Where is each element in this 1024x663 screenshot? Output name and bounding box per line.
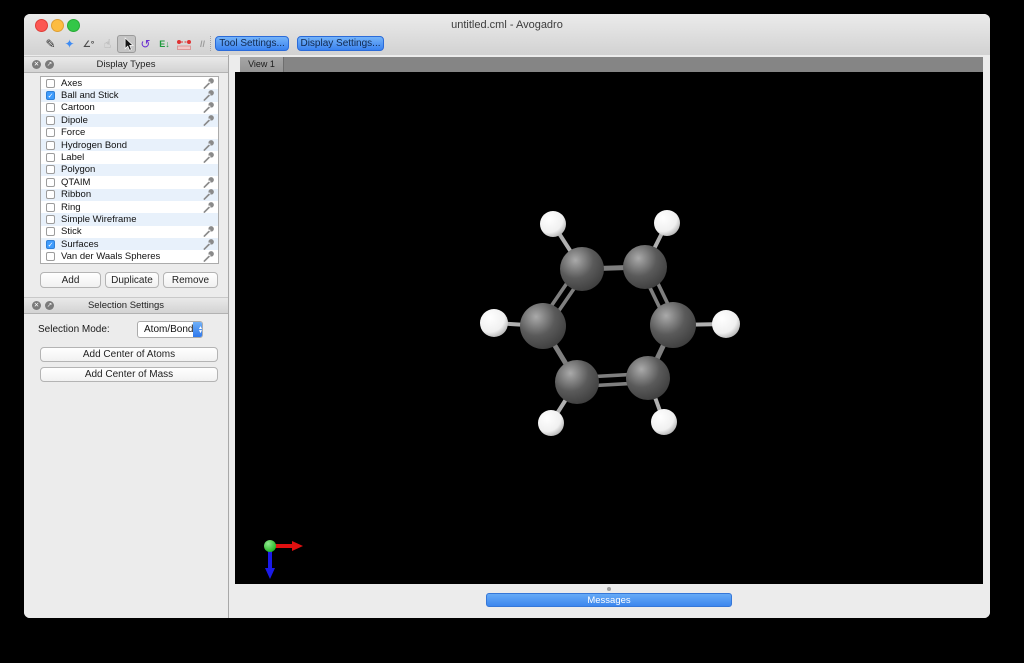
display-type-label: Label [61, 152, 85, 164]
toolbar-separator [210, 36, 211, 51]
tool-auto-optimize-icon[interactable]: E↓ [155, 35, 174, 53]
window-header: untitled.cml - Avogadro ✎ ✦ ∠° ☝ ↺ E↓// Tool … [24, 14, 990, 56]
main-area: View 1 Messages [229, 55, 990, 618]
wrench-icon[interactable] [203, 238, 214, 250]
display-settings-button[interactable]: Display Settings... [297, 36, 384, 51]
display-type-row[interactable]: Van der Waals Spheres [41, 250, 218, 262]
display-type-label: Simple Wireframe [61, 213, 137, 225]
display-type-label: Ring [61, 201, 81, 213]
close-panel-icon[interactable]: ✕ [32, 60, 41, 69]
add-center-of-atoms-button[interactable]: Add Center of Atoms [40, 347, 218, 362]
display-type-row[interactable]: Hydrogen Bond [41, 138, 218, 152]
display-type-row[interactable]: Axes [41, 77, 218, 89]
display-type-row[interactable]: Ring [41, 201, 218, 213]
display-type-checkbox[interactable] [46, 214, 55, 224]
display-type-checkbox[interactable]: ✓ [46, 239, 55, 249]
add-button[interactable]: Add [40, 272, 101, 288]
display-type-row[interactable]: QTAIM [41, 176, 218, 188]
tool-draw-icon[interactable]: ✎ [41, 35, 60, 53]
display-type-label: Ribbon [61, 189, 92, 201]
display-type-label: Polygon [61, 164, 96, 176]
display-type-checkbox[interactable] [46, 115, 55, 125]
display-type-label: Force [61, 127, 86, 139]
display-type-checkbox[interactable] [46, 78, 55, 88]
selection-settings-title: Selection Settings [87, 300, 165, 311]
wrench-icon[interactable] [203, 102, 214, 114]
duplicate-button[interactable]: Duplicate [105, 272, 159, 288]
tool-selection-icon[interactable] [117, 35, 136, 53]
tool-bond-centric-icon[interactable]: ∠° [79, 35, 98, 53]
tool-navigate-icon[interactable]: ✦ [60, 35, 79, 53]
display-type-row[interactable]: Stick [41, 226, 218, 238]
wrench-icon[interactable] [203, 189, 214, 201]
wrench-icon[interactable] [203, 201, 214, 213]
tool-settings-button[interactable]: Tool Settings... [215, 36, 289, 51]
display-type-checkbox[interactable] [46, 177, 55, 187]
wrench-icon[interactable] [203, 176, 214, 188]
selection-mode-dropdown[interactable]: Atom/Bond ▲ ▼ [137, 321, 203, 338]
display-type-label: Axes [61, 77, 83, 89]
molecule-viewport[interactable] [235, 72, 983, 584]
display-type-checkbox[interactable] [46, 252, 55, 262]
display-type-checkbox[interactable] [46, 153, 55, 163]
display-type-checkbox[interactable] [46, 140, 55, 150]
app-window: untitled.cml - Avogadro ✎ ✦ ∠° ☝ ↺ E↓// Tool … [24, 14, 990, 618]
display-type-label: Cartoon [61, 102, 95, 114]
wrench-icon[interactable] [203, 77, 214, 89]
display-type-row[interactable]: Cartoon [41, 102, 218, 114]
wrench-icon[interactable] [203, 90, 214, 101]
messages-button[interactable]: Messages [486, 593, 732, 607]
view-tab-bar: View 1 [240, 57, 983, 72]
display-type-label: Ball and Stick [61, 90, 119, 102]
wrench-icon[interactable] [203, 226, 214, 238]
add-center-of-mass-button[interactable]: Add Center of Mass [40, 367, 218, 382]
display-types-title: Display Types [96, 59, 156, 70]
tool-auto-rotate-icon[interactable]: ↺ [136, 35, 155, 53]
left-dock: ✕ ↗ Display Types Axes ✓ Ball and Stick Car… [24, 55, 229, 618]
remove-button[interactable]: Remove [163, 272, 218, 288]
display-type-label: Surfaces [61, 238, 99, 250]
display-type-row[interactable]: Label [41, 151, 218, 163]
display-type-row[interactable]: Simple Wireframe [41, 213, 218, 226]
display-type-row[interactable]: Force [41, 127, 218, 139]
wrench-icon[interactable] [203, 152, 214, 163]
wrench-icon[interactable] [203, 251, 214, 263]
molecule-canvas [264, 210, 740, 579]
dropdown-stepper-icon: ▲ ▼ [193, 322, 202, 337]
display-type-row[interactable]: Ribbon [41, 188, 218, 201]
display-types-header: ✕ ↗ Display Types [24, 56, 228, 73]
window-title: untitled.cml - Avogadro [451, 19, 563, 31]
display-type-label: Stick [61, 226, 82, 238]
splitter-handle[interactable] [607, 587, 611, 591]
display-type-label: Hydrogen Bond [61, 139, 128, 151]
selection-mode-label: Selection Mode: [38, 324, 110, 335]
display-type-row[interactable]: ✓ Ball and Stick [41, 89, 218, 102]
display-type-label: Van der Waals Spheres [61, 251, 161, 263]
display-type-label: Dipole [61, 114, 88, 126]
display-type-list: Axes ✓ Ball and Stick Cartoon Dipole Force Hyd… [40, 76, 219, 264]
selection-settings-header: ✕ ↗ Selection Settings [24, 297, 228, 314]
display-type-checkbox[interactable] [46, 202, 55, 212]
display-type-row[interactable]: ✓ Surfaces [41, 238, 218, 251]
wrench-icon[interactable] [203, 139, 214, 151]
display-type-checkbox[interactable] [46, 227, 55, 237]
wrench-icon[interactable] [203, 115, 214, 126]
float-panel-icon[interactable]: ↗ [45, 60, 54, 69]
tool-measure-icon[interactable] [174, 35, 193, 53]
display-type-checkbox[interactable] [46, 165, 55, 175]
display-type-checkbox[interactable] [46, 128, 55, 138]
axes-indicator [264, 540, 303, 579]
tab-view-1[interactable]: View 1 [240, 57, 284, 72]
display-type-row[interactable]: Dipole [41, 114, 218, 127]
selection-mode-value: Atom/Bond [144, 324, 194, 335]
display-type-checkbox[interactable]: ✓ [46, 91, 55, 101]
display-type-checkbox[interactable] [46, 190, 55, 200]
display-type-label: QTAIM [61, 176, 91, 188]
close-panel-icon[interactable]: ✕ [32, 301, 41, 310]
tool-buttons: ✎ ✦ ∠° ☝ ↺ E↓// [41, 35, 212, 53]
tool-manipulate-icon[interactable]: ☝ [98, 35, 117, 53]
display-type-checkbox[interactable] [46, 103, 55, 113]
display-type-row[interactable]: Polygon [41, 163, 218, 177]
float-panel-icon[interactable]: ↗ [45, 301, 54, 310]
